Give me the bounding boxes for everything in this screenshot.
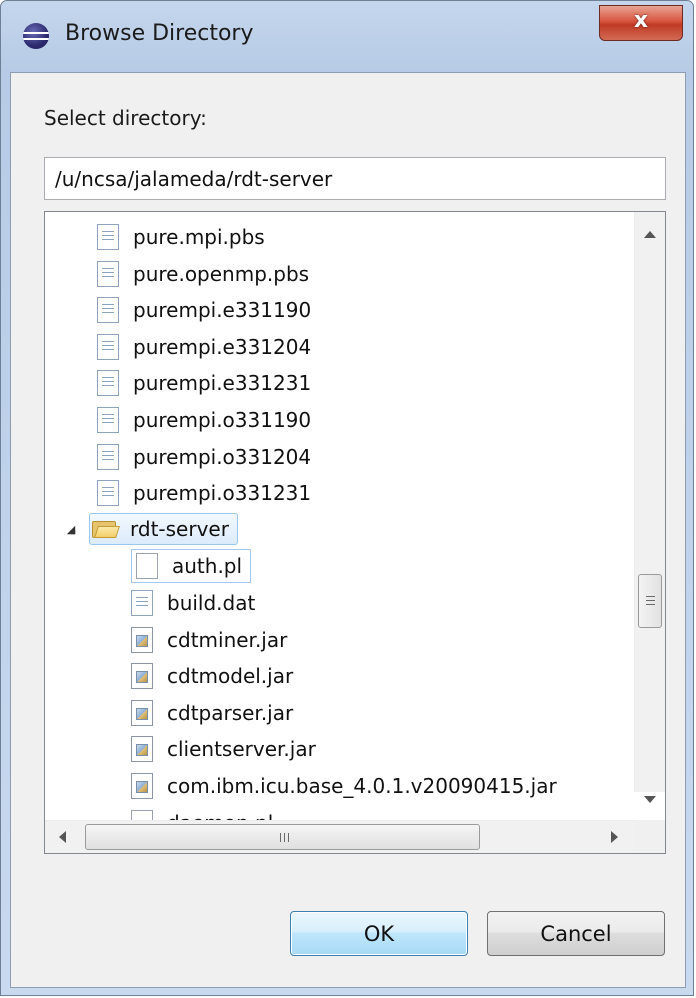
tree-item[interactable]: com.ibm.icu.base_4.0.1.v20090415.jar xyxy=(131,769,557,803)
tree-item[interactable]: cdtmodel.jar xyxy=(131,659,293,693)
tree-folder-rdt-server[interactable]: rdt-server xyxy=(89,512,238,545)
scroll-left-icon[interactable] xyxy=(59,831,66,843)
scroll-up-icon[interactable] xyxy=(644,231,656,238)
text-file-icon xyxy=(97,224,119,250)
vertical-scroll-thumb[interactable] xyxy=(638,574,662,628)
text-file-icon xyxy=(131,590,153,616)
tree-item[interactable]: purempi.o331190 xyxy=(97,403,311,437)
jar-file-icon xyxy=(131,699,153,726)
tree-item-label: purempi.e331204 xyxy=(133,334,312,359)
tree-item[interactable]: pure.mpi.pbs xyxy=(97,220,265,254)
tree-item[interactable]: purempi.e331231 xyxy=(97,366,311,400)
title-bar[interactable]: Browse Directory x xyxy=(1,1,693,71)
tree-item[interactable]: purempi.o331204 xyxy=(97,440,311,474)
tree-item[interactable]: cdtminer.jar xyxy=(131,623,287,657)
directory-tree[interactable]: pure.mpi.pbs pure.openmp.pbs purempi.e3311… xyxy=(44,211,666,854)
tree-item-label: cdtparser.jar xyxy=(167,700,294,725)
tree-item-label: purempi.e331190 xyxy=(133,298,312,323)
window-title: Browse Directory xyxy=(65,21,254,46)
tree-item-label: cdtminer.jar xyxy=(167,627,288,652)
horizontal-scrollbar[interactable] xyxy=(45,820,634,853)
text-file-icon xyxy=(97,333,119,360)
jar-file-icon xyxy=(131,773,153,799)
text-file-icon xyxy=(97,370,119,397)
text-file-icon xyxy=(97,297,119,324)
tree-item-label: purempi.o331231 xyxy=(133,481,312,506)
tree-item-label: pure.openmp.pbs xyxy=(133,261,310,286)
tree-item-label: purempi.o331204 xyxy=(133,444,312,469)
tree-item[interactable]: auth.pl xyxy=(131,549,252,584)
folder-icon xyxy=(92,519,120,539)
jar-file-icon xyxy=(131,663,153,690)
horizontal-scroll-thumb[interactable] xyxy=(85,824,480,850)
eclipse-icon xyxy=(23,23,49,49)
scrollbar-corner xyxy=(634,820,665,853)
blank-file-icon xyxy=(136,553,158,580)
tree-item[interactable]: cdtparser.jar xyxy=(131,696,293,730)
tree-item-label: purempi.e331231 xyxy=(133,371,312,396)
tree-item-label: cdtmodel.jar xyxy=(167,664,294,689)
vertical-scrollbar[interactable] xyxy=(634,212,665,803)
tree-item[interactable]: clientserver.jar xyxy=(131,732,316,766)
tree-item-label: auth.pl xyxy=(172,554,243,579)
jar-file-icon xyxy=(131,626,153,653)
tree-item[interactable]: purempi.e331204 xyxy=(97,330,311,364)
tree-item[interactable]: purempi.e331190 xyxy=(97,293,311,327)
scroll-right-icon[interactable] xyxy=(611,831,618,843)
select-directory-label: Select directory: xyxy=(44,106,207,130)
ok-button[interactable]: OK xyxy=(290,911,468,956)
directory-path-input[interactable] xyxy=(44,157,666,200)
close-icon: x xyxy=(633,8,649,33)
tree-item-label: build.dat xyxy=(167,591,256,615)
close-button[interactable]: x xyxy=(599,5,683,41)
text-file-icon xyxy=(97,407,119,433)
collapse-icon[interactable] xyxy=(66,525,76,534)
tree-item-label: purempi.o331190 xyxy=(133,408,312,432)
text-file-icon xyxy=(97,260,119,287)
tree-item-label: pure.mpi.pbs xyxy=(133,225,265,249)
scroll-down-icon[interactable] xyxy=(644,796,656,803)
cancel-button[interactable]: Cancel xyxy=(487,911,665,956)
tree-item[interactable]: build.dat xyxy=(131,586,255,620)
tree-item-label: com.ibm.icu.base_4.0.1.v20090415.jar xyxy=(167,774,557,798)
tree-item[interactable]: pure.openmp.pbs xyxy=(97,257,309,291)
tree-item-label: rdt-server xyxy=(130,516,229,541)
jar-file-icon xyxy=(131,736,153,763)
text-file-icon xyxy=(97,443,119,470)
tree-item-label: clientserver.jar xyxy=(167,737,316,762)
tree-item[interactable]: purempi.o331231 xyxy=(97,476,311,510)
text-file-icon xyxy=(97,480,119,507)
